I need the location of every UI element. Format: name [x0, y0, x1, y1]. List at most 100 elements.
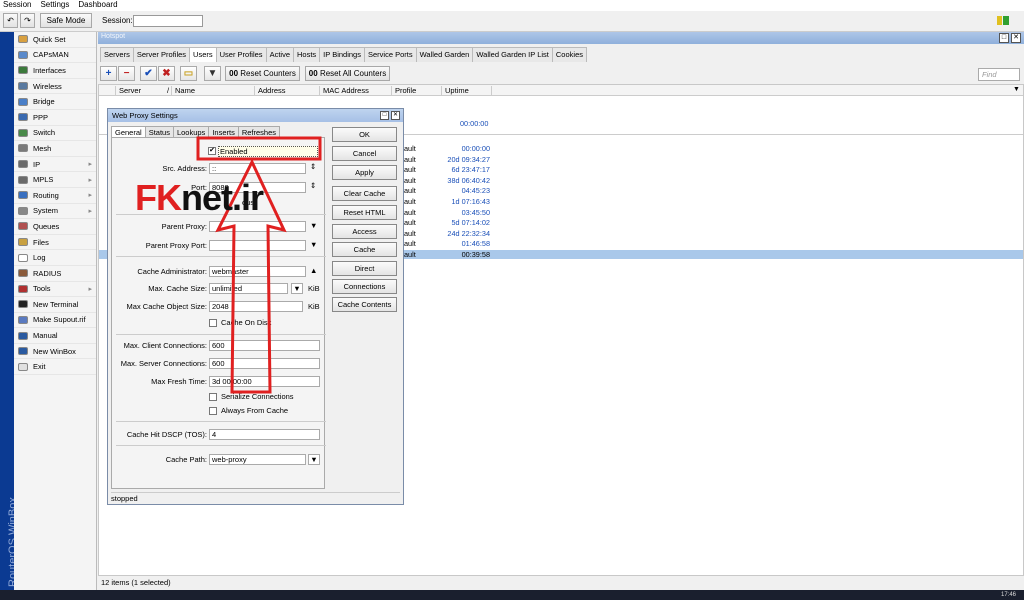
add-icon[interactable]: +	[100, 66, 117, 81]
sidebar-item-ppp[interactable]: PPP	[14, 110, 96, 126]
sidebar-item-mesh[interactable]: Mesh	[14, 141, 96, 157]
sidebar-item-queues[interactable]: Queues	[14, 219, 96, 235]
cache-admin-up-icon[interactable]: ▲	[310, 266, 317, 275]
redo-icon[interactable]: ↷	[20, 13, 35, 28]
wireless-icon	[18, 82, 28, 91]
max-server-input[interactable]: 600	[209, 358, 320, 369]
src-address-toggle-icon[interactable]: ⇕	[310, 162, 316, 171]
column-menu-icon[interactable]: ▼	[1013, 86, 1020, 93]
dialog-close-icon[interactable]: ✕	[391, 111, 400, 120]
clear-cache-button[interactable]: Clear Cache	[332, 186, 397, 201]
serialize-checkbox[interactable]	[209, 393, 217, 401]
tab-walled-garden-ip-list[interactable]: Walled Garden IP List	[472, 47, 553, 62]
menu-settings[interactable]: Settings	[40, 0, 69, 11]
sidebar-item-ip[interactable]: IP ▸	[14, 157, 96, 173]
cache-button[interactable]: Cache	[332, 242, 397, 257]
sidebar-item-new-winbox[interactable]: New WinBox	[14, 344, 96, 360]
cache-contents-button[interactable]: Cache Contents	[332, 297, 397, 312]
menu-dashboard[interactable]: Dashboard	[78, 0, 117, 11]
parent-proxy-dropdown-icon[interactable]: ▼	[310, 221, 317, 230]
tab-hosts[interactable]: Hosts	[293, 47, 321, 62]
sidebar-item-exit[interactable]: Exit	[14, 359, 96, 376]
sidebar-item-system[interactable]: System ▸	[14, 204, 96, 220]
reset-html-button[interactable]: Reset HTML	[332, 205, 397, 220]
comment-icon[interactable]: ▭	[180, 66, 197, 81]
tab-servers[interactable]: Servers	[100, 47, 134, 62]
sidebar-item-label: MPLS	[33, 175, 54, 185]
src-address-input[interactable]: ::	[209, 163, 306, 174]
tab-users[interactable]: Users	[189, 47, 217, 62]
enable-icon[interactable]: ✔	[140, 66, 157, 81]
sidebar-item-interfaces[interactable]: Interfaces	[14, 63, 96, 79]
max-cache-size-input[interactable]: unlimited	[209, 283, 288, 294]
dscp-input[interactable]: 4	[209, 429, 320, 440]
sidebar-item-label: Quick Set	[33, 34, 66, 44]
sidebar-item-tools[interactable]: Tools ▸	[14, 282, 96, 298]
max-cache-size-unit: KiB	[308, 284, 320, 293]
max-cache-size-dropdown-icon[interactable]: ▼	[291, 283, 303, 294]
close-icon[interactable]: ✕	[1011, 33, 1021, 43]
col-name[interactable]: Name	[171, 86, 195, 96]
sidebar-item-new-terminal[interactable]: New Terminal	[14, 297, 96, 313]
col-uptime[interactable]: Uptime	[441, 86, 469, 96]
tab-ip-bindings[interactable]: IP Bindings	[319, 47, 365, 62]
cache-admin-input[interactable]: webmaster	[209, 266, 306, 277]
col-mac[interactable]: MAC Address	[319, 86, 369, 96]
sidebar-item-log[interactable]: Log	[14, 250, 96, 266]
ok-button[interactable]: OK	[332, 127, 397, 142]
reset-counters-button[interactable]: 00 Reset Counters	[225, 66, 300, 81]
col-profile[interactable]: Profile	[391, 86, 416, 96]
sidebar-item-manual[interactable]: Manual	[14, 328, 96, 344]
always-from-cache-checkbox[interactable]	[209, 407, 217, 415]
tab-walled-garden[interactable]: Walled Garden	[415, 47, 474, 62]
cache-on-disk-checkbox[interactable]	[209, 319, 217, 327]
uptime-cell: 01:46:58	[461, 239, 490, 249]
session-label: Session:	[102, 16, 133, 25]
safe-mode-button[interactable]: Safe Mode	[40, 13, 92, 28]
tab-service-ports[interactable]: Service Ports	[363, 47, 417, 62]
tab-active[interactable]: Active	[265, 47, 294, 62]
access-button[interactable]: Access	[332, 224, 397, 239]
profile-cell: ault	[404, 218, 416, 228]
parent-proxy-input[interactable]	[209, 221, 306, 232]
sidebar-item-wireless[interactable]: Wireless	[14, 79, 96, 95]
sidebar-item-quick-set[interactable]: Quick Set	[14, 32, 96, 48]
direct-button[interactable]: Direct	[332, 261, 397, 276]
cancel-button[interactable]: Cancel	[332, 146, 397, 161]
cache-path-dropdown-icon[interactable]: ▼	[308, 454, 320, 465]
sidebar-item-mpls[interactable]: MPLS ▸	[14, 172, 96, 188]
sidebar-item-bridge[interactable]: Bridge	[14, 94, 96, 110]
parent-proxy-port-input[interactable]	[209, 240, 306, 251]
filter-icon[interactable]: ▼	[204, 66, 221, 81]
session-input[interactable]	[133, 15, 203, 27]
max-cache-object-input[interactable]: 2048	[209, 301, 303, 312]
menu-session[interactable]: Session	[3, 0, 31, 11]
col-server[interactable]: Server	[115, 86, 141, 96]
find-input[interactable]: Find	[978, 68, 1020, 81]
remove-icon[interactable]: −	[118, 66, 135, 81]
apply-button[interactable]: Apply	[332, 165, 397, 180]
disable-icon[interactable]: ✖	[158, 66, 175, 81]
max-client-input[interactable]: 600	[209, 340, 320, 351]
col-address[interactable]: Address	[254, 86, 286, 96]
sidebar-item-capsman[interactable]: CAPsMAN	[14, 48, 96, 64]
tab-cookies[interactable]: Cookies	[551, 47, 587, 62]
sidebar-item-routing[interactable]: Routing ▸	[14, 188, 96, 204]
tab-server-profiles[interactable]: Server Profiles	[132, 47, 191, 62]
sidebar-item-switch[interactable]: Switch	[14, 126, 96, 142]
dialog-restore-icon[interactable]: □	[380, 111, 389, 120]
undo-icon[interactable]: ↶	[3, 13, 18, 28]
sidebar-item-make-supout-rif[interactable]: Make Supout.rif	[14, 313, 96, 329]
max-fresh-input[interactable]: 3d 00:00:00	[209, 376, 320, 387]
routing-icon	[18, 191, 28, 200]
tab-user-profiles[interactable]: User Profiles	[215, 47, 267, 62]
port-toggle-icon[interactable]: ⇕	[310, 181, 316, 190]
restore-icon[interactable]: □	[999, 33, 1009, 43]
sidebar-item-radius[interactable]: RADIUS	[14, 266, 96, 282]
reset-all-counters-button[interactable]: 00 Reset All Counters	[305, 66, 390, 81]
sidebar-item-files[interactable]: Files	[14, 235, 96, 251]
enabled-checkbox[interactable]: ✔	[208, 147, 216, 155]
parent-proxy-port-dropdown-icon[interactable]: ▼	[310, 240, 317, 249]
connections-button[interactable]: Connections	[332, 279, 397, 294]
cache-path-input[interactable]: web-proxy	[209, 454, 306, 465]
